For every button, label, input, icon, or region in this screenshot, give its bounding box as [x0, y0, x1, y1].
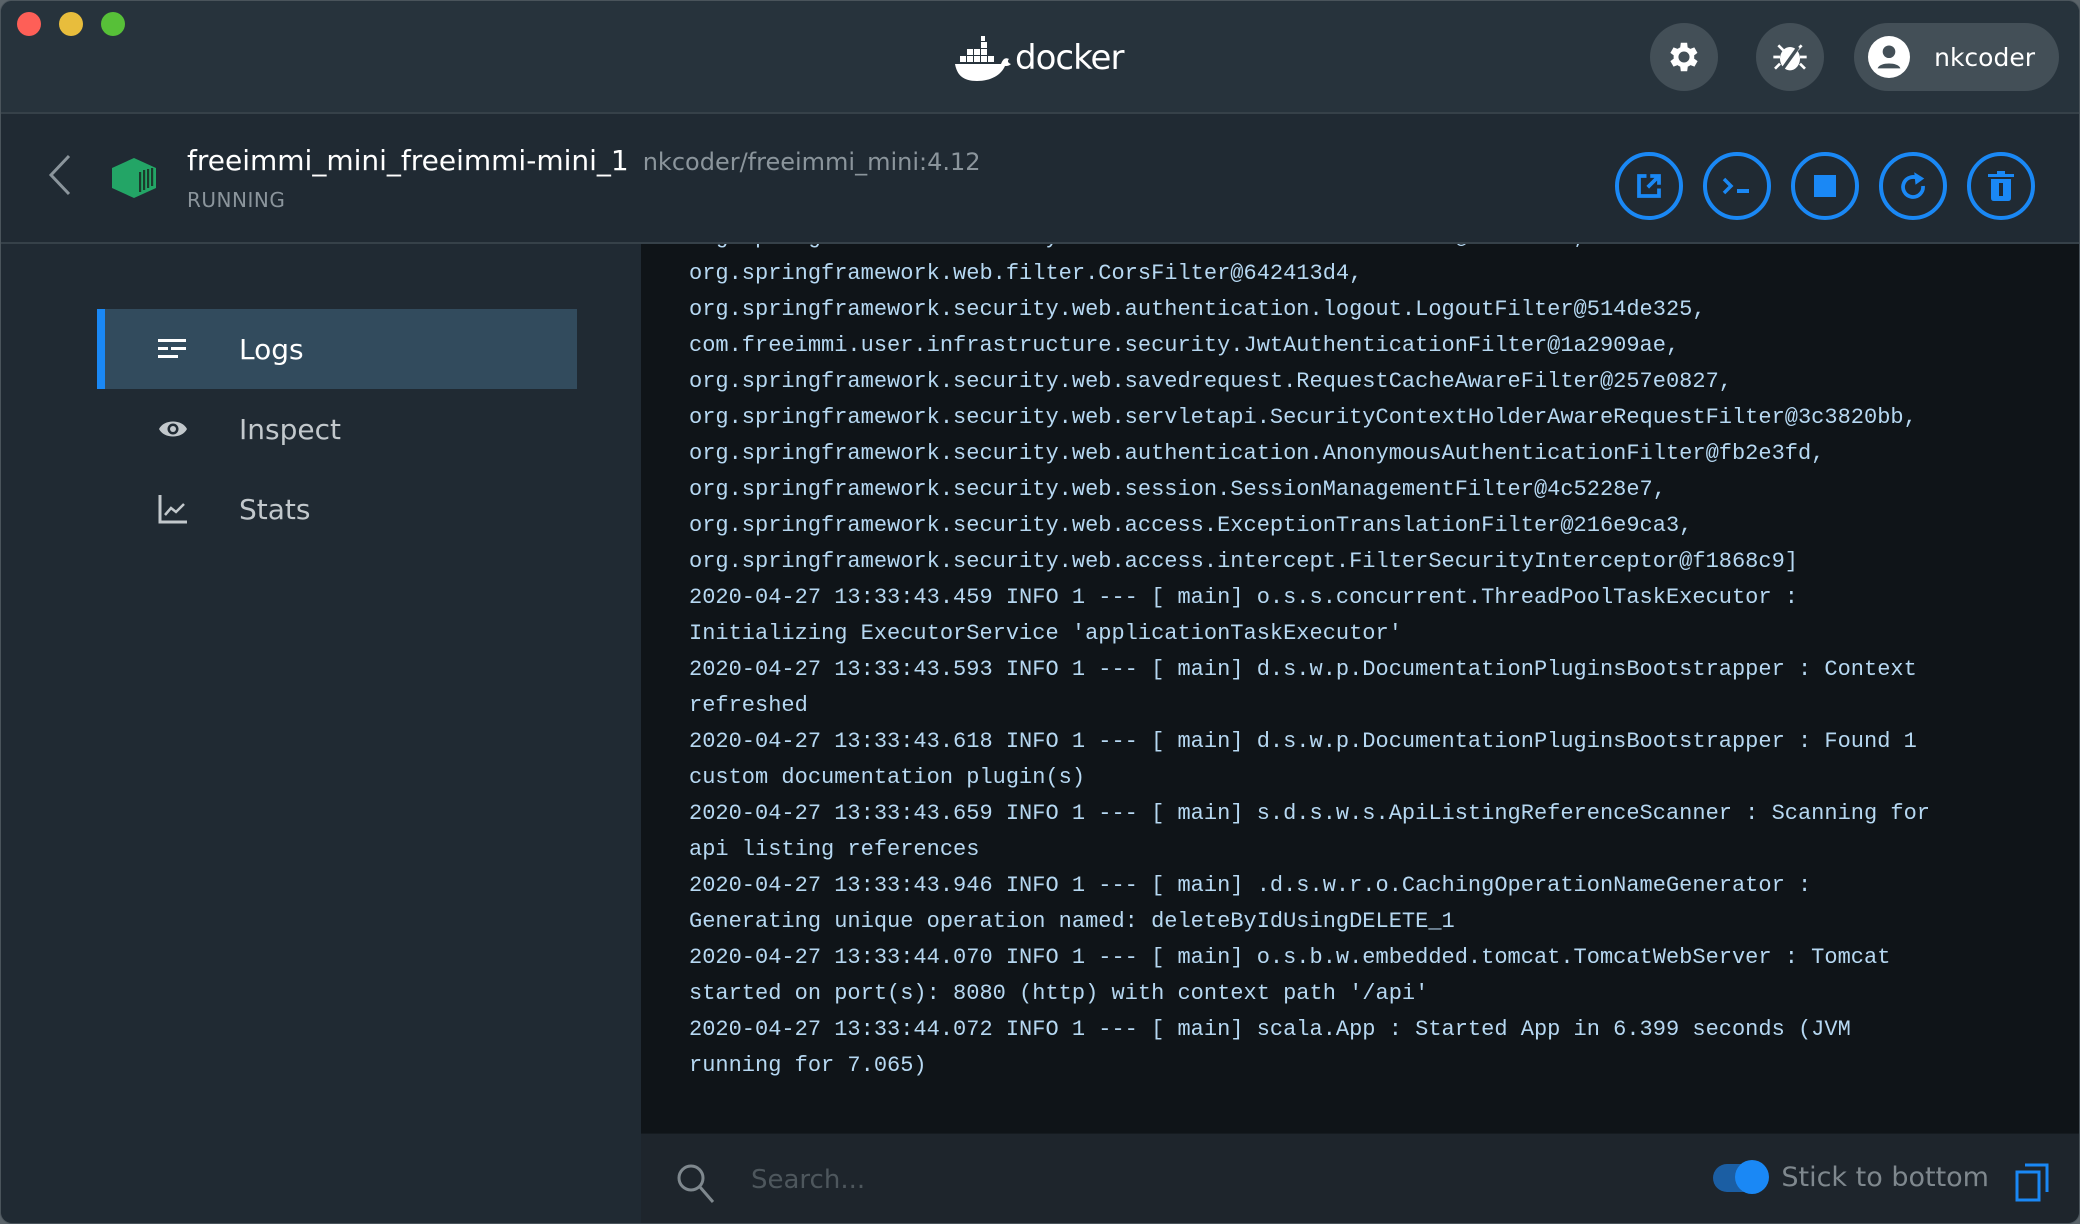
user-account-button[interactable]: nkcoder: [1854, 23, 2059, 91]
sidebar: Logs Inspect Stats: [1, 244, 641, 1223]
log-line: started on port(s): 8080 (http) with con…: [689, 981, 1429, 1006]
terminal-icon: [1722, 177, 1749, 195]
log-line: api listing references: [689, 837, 980, 862]
maximize-window-button[interactable]: [101, 12, 125, 36]
log-line: org.springframework.security.web.authent…: [689, 441, 1825, 466]
log-line: 2020-04-27 13:33:44.072 INFO 1 --- [ mai…: [689, 1017, 1851, 1042]
log-line: org.springframework.web.filter.CorsFilte…: [689, 261, 1363, 286]
open-in-browser-button[interactable]: [1615, 152, 1683, 220]
chart-icon: [157, 493, 189, 525]
log-line: 2020-04-27 13:33:43.659 INFO 1 --- [ mai…: [689, 801, 1931, 826]
title-bar: docker nkcoder: [1, 1, 2079, 114]
search-icon: [675, 1162, 717, 1208]
settings-button[interactable]: [1650, 23, 1719, 91]
log-line: org.springframework.security.web.header.…: [689, 244, 2061, 256]
container-image: nkcoder/freeimmi_mini:4.12: [642, 148, 981, 176]
close-window-button[interactable]: [17, 12, 41, 36]
account-circle-icon: [1868, 36, 1911, 78]
log-line: 2020-04-27 13:33:44.070 INFO 1 --- [ mai…: [689, 945, 1891, 970]
sidebar-item-label: Stats: [239, 492, 311, 526]
log-line: org.springframework.security.web.access.…: [689, 549, 1798, 574]
list-icon: [157, 333, 189, 365]
stick-to-bottom-label: Stick to bottom: [1781, 1162, 1989, 1193]
stick-to-bottom-toggle[interactable]: Stick to bottom: [1713, 1159, 1989, 1194]
docker-whale-icon: [955, 36, 1011, 81]
log-line: 2020-04-27 13:33:43.459 INFO 1 --- [ mai…: [689, 585, 1798, 610]
troubleshoot-button[interactable]: [1756, 23, 1825, 91]
log-line: org.springframework.security.web.savedre…: [689, 369, 1732, 394]
window-controls: [17, 12, 125, 36]
copy-logs-button[interactable]: [2015, 1162, 2051, 1206]
log-line: Generating unique operation named: delet…: [689, 909, 1455, 934]
sidebar-item-inspect[interactable]: Inspect: [97, 389, 577, 469]
sidebar-nav: Logs Inspect Stats: [97, 309, 577, 549]
log-line: 2020-04-27 13:33:43.618 INFO 1 --- [ mai…: [689, 729, 1917, 754]
container-title: freeimmi_mini_freeimmi-mini_1 nkcoder/fre…: [187, 144, 981, 177]
copy-icon: [2015, 1163, 2049, 1202]
docker-wordmark: docker: [1015, 38, 1124, 78]
log-line: running for 7.065): [689, 1053, 927, 1078]
log-line: org.springframework.security.web.authent…: [689, 297, 1706, 322]
log-footer: Stick to bottom: [641, 1133, 2079, 1223]
stop-button[interactable]: [1791, 152, 1859, 220]
container-name: freeimmi_mini_freeimmi-mini_1: [187, 144, 629, 177]
log-viewer[interactable]: org.springframework.security.web.header.…: [641, 244, 2079, 1133]
log-line: org.springframework.security.web.access.…: [689, 513, 1693, 538]
gear-icon: [1670, 42, 1698, 72]
user-name: nkcoder: [1934, 42, 2035, 72]
back-button[interactable]: [47, 154, 73, 200]
sidebar-item-stats[interactable]: Stats: [97, 469, 577, 549]
sidebar-item-label: Inspect: [239, 412, 341, 446]
log-line: Initializing ExecutorService 'applicatio…: [689, 621, 1402, 646]
log-lines: org.springframework.security.web.header.…: [689, 244, 2061, 1084]
log-line: refreshed: [689, 693, 808, 718]
container-icon: [111, 158, 157, 202]
chevron-left-icon: [48, 154, 71, 196]
top-actions: nkcoder: [1650, 23, 2059, 91]
cli-button[interactable]: [1703, 152, 1771, 220]
log-search-input[interactable]: [751, 1156, 1351, 1204]
restart-button[interactable]: [1879, 152, 1947, 220]
log-line: org.springframework.security.web.session…: [689, 477, 1666, 502]
docker-desktop-window: docker nkcoder freeimmi_mini_freeimmi-mi…: [0, 0, 2080, 1224]
restart-icon: [1901, 172, 1925, 199]
log-line: com.freeimmi.user.infrastructure.securit…: [689, 333, 1680, 358]
eye-icon: [157, 413, 189, 445]
trash-icon: [1988, 171, 2014, 201]
container-actions: [1615, 152, 2035, 220]
log-line: 2020-04-27 13:33:43.946 INFO 1 --- [ mai…: [689, 873, 1812, 898]
sidebar-item-logs[interactable]: Logs: [97, 309, 577, 389]
log-line: custom documentation plugin(s): [689, 765, 1086, 790]
open-external-icon: [1637, 174, 1661, 198]
docker-logo: docker: [953, 35, 1124, 81]
delete-button[interactable]: [1967, 152, 2035, 220]
stop-icon: [1814, 175, 1836, 197]
minimize-window-button[interactable]: [59, 12, 83, 36]
log-line: 2020-04-27 13:33:43.593 INFO 1 --- [ mai…: [689, 657, 1917, 682]
container-status: RUNNING: [187, 188, 286, 212]
toggle-switch[interactable]: [1713, 1159, 1770, 1194]
sidebar-item-label: Logs: [239, 332, 304, 366]
log-line: org.springframework.security.web.servlet…: [689, 405, 1917, 430]
bug-icon: [1773, 44, 1807, 72]
container-header: freeimmi_mini_freeimmi-mini_1 nkcoder/fre…: [1, 114, 2079, 244]
